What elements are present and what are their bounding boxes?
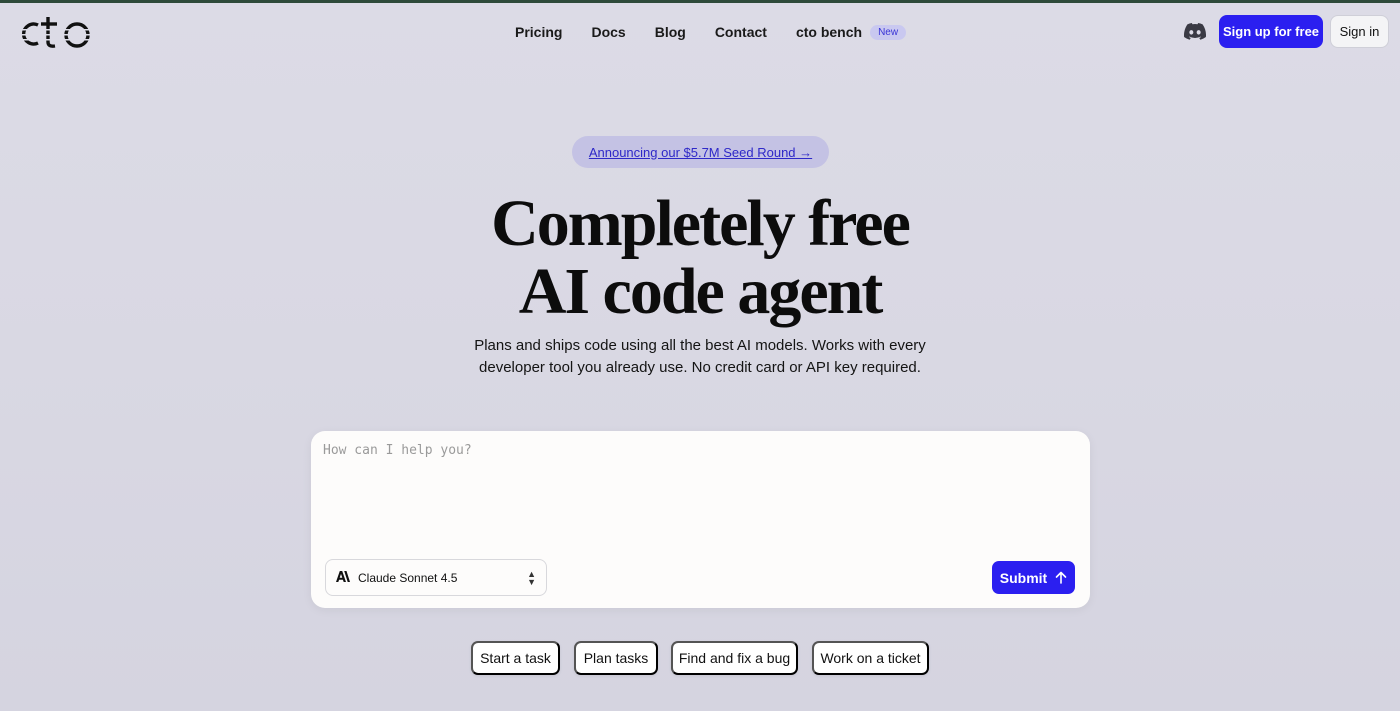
nav-contact[interactable]: Contact: [715, 24, 767, 40]
discord-icon[interactable]: [1184, 22, 1206, 42]
headline-line-1: Completely free: [491, 187, 911, 260]
new-badge: New: [870, 24, 907, 40]
submit-button[interactable]: Submit: [992, 561, 1075, 594]
chip-work-ticket[interactable]: Work on a ticket: [812, 641, 929, 675]
nav-cto-bench[interactable]: cto bench: [796, 24, 862, 40]
top-accent-bar: [0, 0, 1400, 3]
prompt-input[interactable]: [323, 443, 1073, 543]
sign-in-button[interactable]: Sign in: [1330, 15, 1389, 48]
subtitle-line-1: Plans and ships code using all the best …: [474, 337, 926, 354]
subtitle-line-2: developer tool you already use. No credi…: [479, 359, 921, 376]
anthropic-icon: [336, 570, 358, 585]
nav-docs[interactable]: Docs: [591, 24, 625, 40]
hero-headline: Completely free AI code agent: [0, 190, 1400, 326]
hero-subtitle: Plans and ships code using all the best …: [0, 335, 1400, 379]
arrow-up-icon: [1055, 571, 1067, 584]
nav-blog[interactable]: Blog: [655, 24, 686, 40]
chip-start-task[interactable]: Start a task: [471, 641, 560, 675]
nav-pricing[interactable]: Pricing: [515, 24, 562, 40]
announcement-pill[interactable]: Announcing our $5.7M Seed Round →: [572, 136, 829, 168]
headline-line-2: AI code agent: [518, 255, 884, 328]
cto-logo[interactable]: [21, 12, 93, 52]
chip-find-fix-bug[interactable]: Find and fix a bug: [671, 641, 798, 675]
chip-plan-tasks[interactable]: Plan tasks: [574, 641, 658, 675]
main-nav: Pricing Docs Blog Contact cto bench New: [515, 22, 907, 42]
sign-up-button[interactable]: Sign up for free: [1219, 15, 1323, 48]
chevron-up-down-icon: ▲ ▼: [527, 568, 536, 587]
submit-label: Submit: [999, 569, 1048, 586]
prompt-card: Claude Sonnet 4.5 ▲▼ Submit: [311, 431, 1090, 608]
model-name: Claude Sonnet 4.5: [358, 570, 458, 585]
model-selector[interactable]: Claude Sonnet 4.5 ▲ ▼: [325, 559, 547, 596]
